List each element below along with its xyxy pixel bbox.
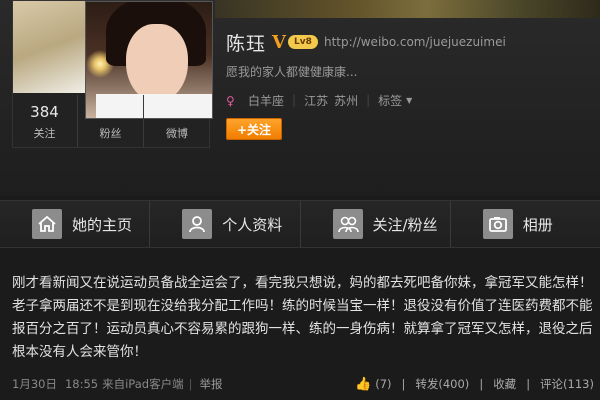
post-date[interactable]: 1月30日 [12,376,57,392]
tab-follow-label: 关注/粉丝 [372,215,438,234]
camera-icon [482,209,513,239]
divider: | [292,93,297,107]
profile-url-link[interactable]: http://weibo.com/juejuezuimei [324,35,506,49]
verified-badge-icon[interactable]: V [272,32,286,53]
stat-following-label: 关注 [33,127,56,140]
weibo-post: 刚才看新闻又在说运动员备战全运会了，看完我只想说，妈的都去死吧备你妹，拿冠军又能… [0,258,600,400]
divider: | [188,377,193,391]
post-meta: 1月30日 18:55 来自iPad客户端 | 举报 👍 (7) | 转发(40… [12,375,594,393]
divider: | [366,93,371,107]
zodiac-text: 白羊座 [248,93,285,108]
tab-profile-label: 个人资料 [222,215,283,234]
post-meta-left: 1月30日 18:55 来自iPad客户端 | 举报 [12,376,222,392]
home-icon [32,209,62,239]
tab-home[interactable]: 她的主页 [0,201,151,247]
profile-name: 陈珏 [226,32,267,55]
thumbs-up-icon[interactable]: 👍 [355,377,371,392]
caret-down-icon[interactable]: ▼ [406,96,412,105]
people-icon [332,209,363,239]
location-city[interactable]: 苏州 [334,92,358,109]
tab-album[interactable]: 相册 [451,201,600,247]
stat-posts-label: 微博 [166,127,188,140]
female-icon: ♀ [226,94,235,108]
person-icon [182,209,213,239]
post-actions: 👍 (7) | 转发(400) | 收藏 | 评论(113) [355,376,594,392]
report-link[interactable]: 举报 [199,376,222,392]
profile-nav: 她的主页 个人资料 关注/粉丝 相册 [0,200,600,248]
tab-home-label: 她的主页 [72,215,133,234]
comment-link[interactable]: 评论(113) [540,376,594,392]
profile-bio: 愿我的家人都健健康康... [226,65,358,79]
tags-dropdown[interactable]: 标签 [378,92,402,109]
stat-followers-count [78,103,143,121]
post-time[interactable]: 18:55 [65,377,98,391]
divider: | [479,377,484,391]
divider: | [401,377,406,391]
cover-image [215,0,600,18]
stat-followers[interactable]: 粉丝 [78,95,144,147]
follow-button[interactable]: +关注 [226,118,282,140]
tab-profile[interactable]: 个人资料 [150,201,301,247]
name-row: 陈珏 V Lv8 http://weibo.com/juejuezuimei [226,28,506,56]
stat-posts-count [144,103,210,121]
cover-thumbnail[interactable] [13,1,85,93]
stats-row: 384 关注 粉丝 微博 [12,95,210,147]
divider: | [526,377,531,391]
location-province[interactable]: 江苏 [304,92,328,109]
stat-posts[interactable]: 微博 [144,95,210,147]
post-source[interactable]: 来自iPad客户端 [102,376,183,392]
stat-followers-label: 粉丝 [99,127,122,140]
level-badge[interactable]: Lv8 [287,35,318,49]
like-count[interactable]: (7) [375,377,391,391]
repost-link[interactable]: 转发(400) [415,376,469,392]
stat-following[interactable]: 384 关注 [12,95,78,147]
stat-following-count: 384 [30,103,59,121]
post-text: 刚才看新闻又在说运动员备战全运会了，看完我只想说，妈的都去死吧备你妹，拿冠军又能… [12,275,593,360]
favorite-link[interactable]: 收藏 [493,376,516,392]
profile-header: 384 关注 粉丝 微博 陈珏 V Lv8 http://weibo.com/j… [0,0,600,196]
profile-info-row: ♀ 白羊座 | 江苏 苏州 | 标签 ▼ [226,92,412,108]
tab-album-label: 相册 [522,215,553,234]
tab-follow[interactable]: 关注/粉丝 [301,201,451,247]
